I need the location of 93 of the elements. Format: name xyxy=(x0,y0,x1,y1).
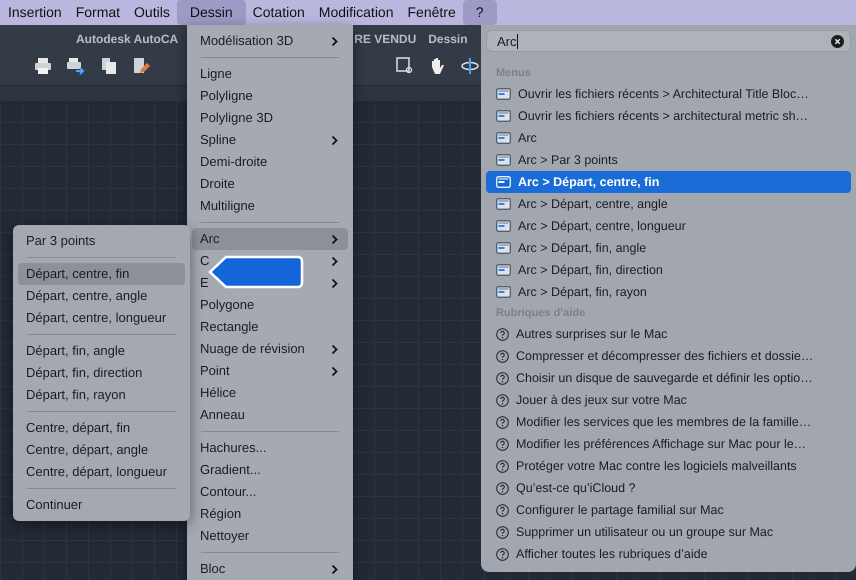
search-field[interactable]: Arc xyxy=(486,30,851,52)
menu-icon xyxy=(496,242,511,254)
menu-item[interactable]: Départ, centre, fin xyxy=(18,263,185,285)
menu-icon xyxy=(496,198,511,210)
menu-item[interactable]: Par 3 points xyxy=(18,230,185,252)
menu-item[interactable]: Rectangle xyxy=(192,316,348,338)
search-result[interactable]: Supprimer un utilisateur ou un groupe sur Mac xyxy=(486,521,851,543)
menu-bar-item[interactable]: Insertion xyxy=(1,0,69,25)
printer-icon[interactable] xyxy=(34,57,52,75)
help-icon xyxy=(496,482,509,494)
menu-bar-item[interactable]: Format xyxy=(68,0,128,25)
menu-bar-item[interactable]: Outils xyxy=(127,0,177,25)
help-icon xyxy=(496,504,509,516)
help-icon xyxy=(496,526,509,538)
menu-item[interactable]: Spline xyxy=(192,129,348,151)
menu-item[interactable]: Modélisation 3D xyxy=(192,30,348,52)
menu-icon xyxy=(496,264,511,276)
menu-icon xyxy=(496,176,511,188)
menu-item[interactable]: Multiligne xyxy=(192,195,348,217)
search-result[interactable]: Arc > Départ, fin, angle xyxy=(486,237,851,259)
document-title: Dessin xyxy=(428,32,468,46)
menu-item[interactable]: Région xyxy=(192,503,348,525)
menu-item[interactable]: Ligne xyxy=(192,63,348,85)
menu-item[interactable]: Nettoyer xyxy=(192,525,348,547)
menu-item[interactable]: Polygone xyxy=(192,294,348,316)
help-icon xyxy=(496,372,509,384)
search-result[interactable]: Ouvrir les fichiers récents > Architectural Title Bloc… xyxy=(486,83,851,105)
search-result[interactable]: Arc > Départ, centre, longueur xyxy=(486,215,851,237)
menu-item[interactable]: Centre, départ, angle xyxy=(18,439,185,461)
menu-item[interactable]: Départ, fin, direction xyxy=(18,362,185,384)
menu-item[interactable]: Nuage de révision xyxy=(192,338,348,360)
menu-item[interactable]: Arc xyxy=(192,228,348,250)
help-icon xyxy=(496,438,509,450)
zoom-window-icon[interactable] xyxy=(396,57,414,75)
help-icon xyxy=(496,416,509,428)
menu-item[interactable]: Hélice xyxy=(192,382,348,404)
menu-item[interactable]: Départ, centre, longueur xyxy=(18,307,185,329)
search-result[interactable]: Arc > Départ, centre, angle xyxy=(486,193,851,215)
menu-item[interactable]: Demi-droite xyxy=(192,151,348,173)
documents-icon[interactable] xyxy=(100,57,118,75)
search-result[interactable]: Arc > Départ, centre, fin xyxy=(486,171,851,193)
search-result[interactable]: Configurer le partage familial sur Mac xyxy=(486,499,851,521)
orbit-icon[interactable] xyxy=(460,57,480,75)
search-result[interactable]: Arc > Départ, fin, rayon xyxy=(486,281,851,303)
edit-document-icon[interactable] xyxy=(132,57,150,75)
search-result[interactable]: Modifier les préférences Affichage sur Mac pour le… xyxy=(486,433,851,455)
menu-icon xyxy=(496,88,511,100)
menu-icon xyxy=(496,110,511,122)
menu-item[interactable]: Hachures... xyxy=(192,437,348,459)
search-result[interactable]: Autres surprises sur le Mac xyxy=(486,323,851,345)
app-title: RE VENDU xyxy=(354,32,416,46)
menu-item[interactable]: Contour... xyxy=(192,481,348,503)
search-result[interactable]: Arc xyxy=(486,127,851,149)
menu-item[interactable]: Polyligne xyxy=(192,85,348,107)
menu-icon xyxy=(496,154,511,166)
menu-item[interactable]: Centre, départ, longueur xyxy=(18,461,185,483)
help-icon xyxy=(496,328,509,340)
search-result[interactable]: Modifier les services que les membres de la famille… xyxy=(486,411,851,433)
menu-icon xyxy=(496,220,511,232)
search-result[interactable]: Compresser et décompresser des fichiers et dossie… xyxy=(486,345,851,367)
app-title: Autodesk AutoCA xyxy=(76,32,178,46)
menu-item[interactable]: Continuer xyxy=(18,494,185,516)
menu-item[interactable]: Point xyxy=(192,360,348,382)
menu-item[interactable]: Bloc xyxy=(192,558,348,580)
menu-item[interactable]: Gradient... xyxy=(192,459,348,481)
help-icon xyxy=(496,460,509,472)
menu-icon xyxy=(496,132,511,144)
menu-item[interactable]: Droite xyxy=(192,173,348,195)
search-result[interactable]: Protéger votre Mac contre les logiciels malveillants xyxy=(486,455,851,477)
menu-item[interactable]: Centre, départ, fin xyxy=(18,417,185,439)
menu-bar-item[interactable]: ? xyxy=(462,0,497,25)
menu-bar-item[interactable]: Modification xyxy=(312,0,400,25)
menu-item[interactable]: Anneau xyxy=(192,404,348,426)
search-result[interactable]: Jouer à des jeux sur votre Mac xyxy=(486,389,851,411)
menu-item[interactable]: Départ, centre, angle xyxy=(18,285,185,307)
menu-bar-item[interactable]: Fenêtre xyxy=(400,0,463,25)
search-result[interactable]: Afficher toutes les rubriques d’aide xyxy=(486,543,851,565)
clear-icon[interactable] xyxy=(831,34,844,48)
menu-item[interactable]: Départ, fin, rayon xyxy=(18,384,185,406)
menu-bar-item[interactable]: Dessin xyxy=(176,0,246,25)
menu-bar-item[interactable]: Cotation xyxy=(246,0,312,25)
search-result[interactable]: Arc > Départ, fin, direction xyxy=(486,259,851,281)
menu-item[interactable]: Départ, fin, angle xyxy=(18,340,185,362)
menu-item[interactable]: Polyligne 3D xyxy=(192,107,348,129)
search-result[interactable]: Ouvrir les fichiers récents > architectural metric sh… xyxy=(486,105,851,127)
help-icon xyxy=(496,350,509,362)
help-icon xyxy=(496,394,509,406)
menu-icon xyxy=(496,286,511,298)
print-export-icon[interactable] xyxy=(66,57,86,75)
search-result[interactable]: Arc > Par 3 points xyxy=(486,149,851,171)
search-result[interactable]: Choisir un disque de sauvegarde et définir les optio… xyxy=(486,367,851,389)
help-icon xyxy=(496,548,509,560)
search-result[interactable]: Qu’est-ce qu’iCloud ? xyxy=(486,477,851,499)
